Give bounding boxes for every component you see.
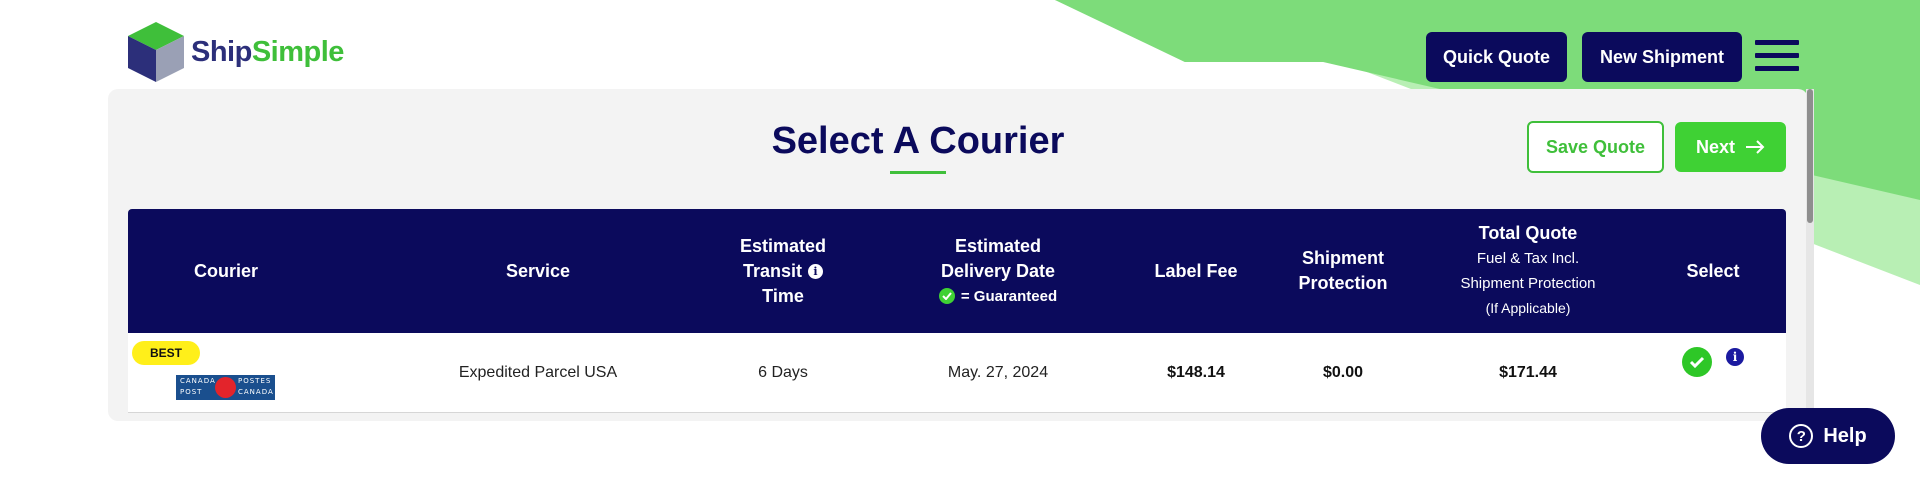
quick-quote-button[interactable]: Quick Quote — [1426, 32, 1567, 82]
title-underline — [890, 171, 946, 174]
info-icon[interactable]: i — [1726, 348, 1744, 366]
help-label: Help — [1823, 424, 1867, 447]
transit-cell: 6 Days — [758, 364, 808, 381]
header-service: Service — [505, 260, 571, 281]
next-button-label: Next — [1695, 136, 1735, 157]
header-transit: Estimated Transit i Time — [739, 235, 827, 306]
cube-logo-icon — [128, 22, 184, 82]
select-check-icon[interactable] — [1682, 347, 1712, 377]
service-cell: Expedited Parcel USA — [458, 364, 618, 381]
header-protection: Shipment Protection — [1298, 248, 1388, 293]
protection-cell: $0.00 — [1322, 364, 1364, 381]
header-total-quote: Total Quote Fuel & Tax Incl. Shipment Pr… — [1460, 223, 1596, 316]
brand-name: ShipSimple — [191, 35, 344, 68]
table-header: Courier Service Estimated Transit i Time … — [128, 209, 1786, 333]
next-button[interactable]: Next — [1675, 122, 1786, 172]
total-cell: $171.44 — [1499, 364, 1557, 381]
table-row[interactable]: BEST CANADA POST POSTES CANADA Expedited… — [128, 333, 1786, 413]
label-fee-cell: $148.14 — [1167, 364, 1225, 381]
menu-icon[interactable] — [1755, 40, 1799, 73]
info-icon[interactable]: i — [808, 264, 824, 280]
header-courier: Courier — [193, 260, 258, 281]
guaranteed-legend: = Guaranteed — [938, 284, 1057, 309]
header-select: Select — [1686, 260, 1740, 281]
check-circle-icon — [938, 288, 955, 304]
new-shipment-button[interactable]: New Shipment — [1582, 32, 1742, 82]
header-delivery: Estimated Delivery Date = Guaranteed — [888, 209, 1108, 333]
help-button[interactable]: ? Help — [1761, 408, 1895, 464]
arrow-right-icon — [1746, 140, 1765, 154]
header-label-fee: Label Fee — [1154, 260, 1238, 281]
brand-logo[interactable]: ShipSimple — [124, 20, 344, 84]
canada-post-logo: CANADA POST POSTES CANADA — [176, 375, 275, 400]
question-icon: ? — [1789, 424, 1814, 448]
delivery-cell: May. 27, 2024 — [947, 364, 1049, 381]
save-quote-button[interactable]: Save Quote — [1527, 121, 1664, 173]
best-badge: BEST — [132, 341, 200, 365]
